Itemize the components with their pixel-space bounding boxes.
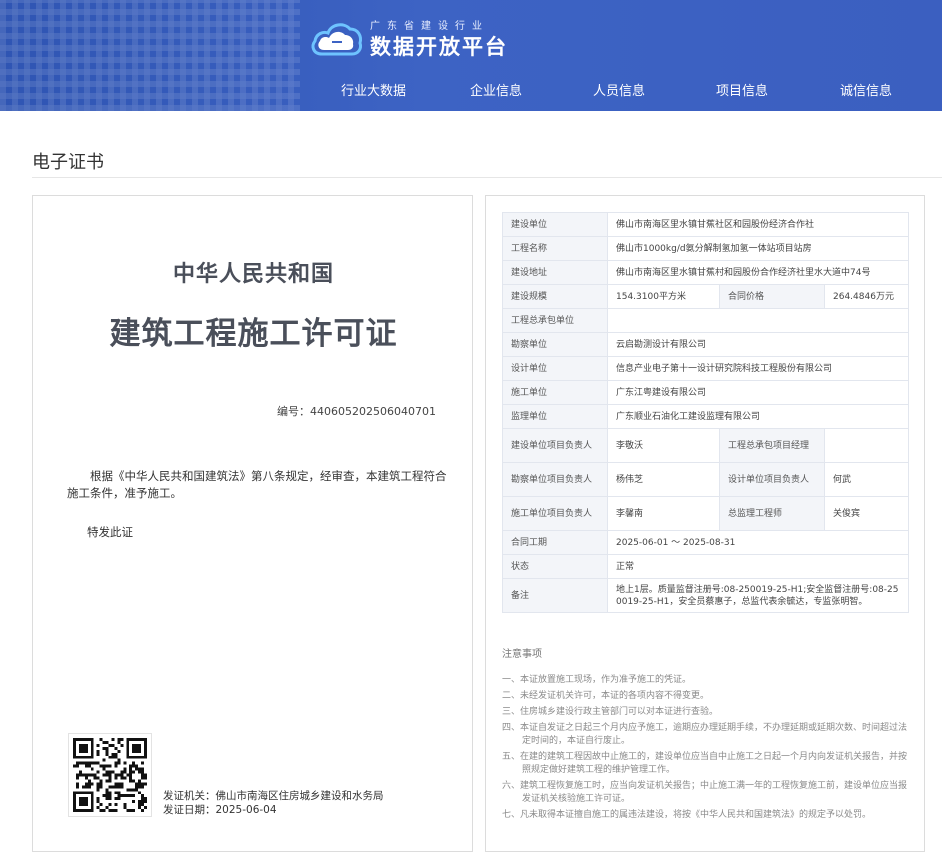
row-value: 佛山市南海区里水镇甘蕉社区和园股份经济合作社 <box>607 212 909 237</box>
nav-credit-info[interactable]: 诚信信息 <box>840 80 892 99</box>
row-value: 广东顺业石油化工建设监理有限公司 <box>607 404 909 429</box>
row-label: 合同价格 <box>719 284 825 309</box>
row-label: 备注 <box>502 578 608 613</box>
notes-title: 注意事项 <box>502 649 542 660</box>
table-row: 设计单位 信息产业电子第十一设计研究院科技工程股份有限公司 <box>502 356 909 381</box>
note-item: 七、凡未取得本证擅自施工的属违法建设，将按《中华人民共和国建筑法》的规定予以处罚… <box>502 810 872 820</box>
row-label: 设计单位 <box>502 356 608 381</box>
table-row: 建设地址 佛山市南海区里水镇甘蕉村和园股份合作经济社里水大道中74号 <box>502 260 909 285</box>
row-label: 监理单位 <box>502 404 608 429</box>
note-item: 六、建筑工程恢复施工时，应当向发证机关报告；中止施工满一年的工程恢复施工前，建设… <box>502 781 908 804</box>
table-row: 备注 地上1层。质量监督注册号:08-250019-25-H1;安全监督注册号:0… <box>502 578 909 613</box>
row-label: 建设规模 <box>502 284 608 309</box>
row-value: 正常 <box>607 554 909 579</box>
detail-panel: 建设单位 佛山市南海区里水镇甘蕉社区和园股份经济合作社 工程名称 佛山市1000kg/… <box>485 195 925 852</box>
table-row: 状态 正常 <box>502 554 909 579</box>
row-label: 设计单位项目负责人 <box>719 462 825 497</box>
qr-code-icon <box>73 738 147 812</box>
row-value <box>824 428 909 463</box>
title-divider <box>32 177 942 178</box>
row-value: 佛山市南海区里水镇甘蕉村和园股份合作经济社里水大道中74号 <box>607 260 909 285</box>
table-row: 建设单位项目负责人 李敬沃 工程总承包项目经理 <box>502 428 909 463</box>
row-label: 合同工期 <box>502 530 608 555</box>
table-row: 施工单位项目负责人 李馨南 总监理工程师 关俊宾 <box>502 496 909 531</box>
certificate-country: 中华人民共和国 <box>172 261 334 287</box>
row-value: 信息产业电子第十一设计研究院科技工程股份有限公司 <box>607 356 909 381</box>
issuing-authority: 发证机关：佛山市南海区住房城乡建设和水务局 <box>163 790 384 802</box>
table-row: 工程总承包单位 <box>502 308 909 333</box>
row-value: 154.3100平方米 <box>607 284 720 309</box>
row-label: 建设单位项目负责人 <box>502 428 608 463</box>
row-value: 2025-06-01 ～ 2025-08-31 <box>607 530 909 555</box>
row-value: 关俊宾 <box>824 496 909 531</box>
notes-section: 注意事项 一、本证放置施工现场，作为准予施工的凭证。二、未经发证机关许可，本证的… <box>502 645 910 825</box>
certificate-special: 特发此证 <box>87 525 133 539</box>
row-value: 李敬沃 <box>607 428 720 463</box>
row-label: 建设地址 <box>502 260 608 285</box>
page-title: 电子证书 <box>32 152 104 173</box>
row-label: 勘察单位项目负责人 <box>502 462 608 497</box>
row-label: 工程总承包单位 <box>502 308 608 333</box>
nav-industry-data[interactable]: 行业大数据 <box>341 80 406 99</box>
row-label: 工程名称 <box>502 236 608 261</box>
qr-code <box>68 733 152 817</box>
certificate-panel: 中华人民共和国 建筑工程施工许可证 编号：440605202506040701 … <box>32 195 473 852</box>
note-item: 三、住房城乡建设行政主管部门可以对本证进行查验。 <box>502 707 719 717</box>
row-label: 施工单位项目负责人 <box>502 496 608 531</box>
row-value: 佛山市1000kg/d氨分解制氢加氢一体站项目站房 <box>607 236 909 261</box>
table-row: 建设规模 154.3100平方米 合同价格 264.4846万元 <box>502 284 909 309</box>
nav-enterprise-info[interactable]: 企业信息 <box>470 80 522 99</box>
certificate-issuer: 发证机关：佛山市南海区住房城乡建设和水务局 发证日期：2025-06-04 <box>163 789 384 817</box>
row-value: 杨伟芝 <box>607 462 720 497</box>
logo-subtitle: 广东省建设行业 <box>370 21 489 32</box>
row-value: 何武 <box>824 462 909 497</box>
table-row: 合同工期 2025-06-01 ～ 2025-08-31 <box>502 530 909 555</box>
note-item: 二、未经发证机关许可，本证的各项内容不得变更。 <box>502 691 710 701</box>
cloud-logo-icon[interactable] <box>308 18 364 58</box>
row-value: 地上1层。质量监督注册号:08-250019-25-H1;安全监督注册号:08-… <box>607 578 909 613</box>
table-row: 勘察单位项目负责人 杨伟芝 设计单位项目负责人 何武 <box>502 462 909 497</box>
row-value <box>607 308 909 333</box>
certificate-body: 根据《中华人民共和国建筑法》第八条规定，经审查，本建筑工程符合施工条件，准予施工… <box>67 469 447 500</box>
table-row: 建设单位 佛山市南海区里水镇甘蕉社区和园股份经济合作社 <box>502 212 909 237</box>
certificate-number: 编号：440605202506040701 <box>277 405 436 418</box>
table-row: 勘察单位 云启勘测设计有限公司 <box>502 332 909 357</box>
note-item: 四、本证自发证之日起三个月内应予施工，逾期应办理延期手续，不办理延期或延期次数、… <box>502 723 908 746</box>
detail-table: 建设单位 佛山市南海区里水镇甘蕉社区和园股份经济合作社 工程名称 佛山市1000kg/… <box>502 212 909 613</box>
site-header: 广东省建设行业 数据开放平台 行业大数据 企业信息 人员信息 项目信息 诚信信息 <box>0 0 942 111</box>
table-row: 施工单位 广东江粤建设有限公司 <box>502 380 909 405</box>
note-item: 一、本证放置施工现场，作为准予施工的凭证。 <box>502 675 692 685</box>
nav-project-info[interactable]: 项目信息 <box>716 80 768 99</box>
table-row: 工程名称 佛山市1000kg/d氨分解制氢加氢一体站项目站房 <box>502 236 909 261</box>
row-label: 施工单位 <box>502 380 608 405</box>
nav-personnel-info[interactable]: 人员信息 <box>593 80 645 99</box>
table-row: 监理单位 广东顺业石油化工建设监理有限公司 <box>502 404 909 429</box>
row-value: 李馨南 <box>607 496 720 531</box>
row-label: 工程总承包项目经理 <box>719 428 825 463</box>
issue-date: 发证日期：2025-06-04 <box>163 804 277 816</box>
row-value: 264.4846万元 <box>824 284 909 309</box>
main-nav: 行业大数据 企业信息 人员信息 项目信息 诚信信息 <box>0 80 942 102</box>
row-value: 云启勘测设计有限公司 <box>607 332 909 357</box>
row-label: 状态 <box>502 554 608 579</box>
row-label: 勘察单位 <box>502 332 608 357</box>
row-label: 建设单位 <box>502 212 608 237</box>
logo-title[interactable]: 数据开放平台 <box>370 31 508 61</box>
row-label: 总监理工程师 <box>719 496 825 531</box>
note-item: 五、在建的建筑工程因故中止施工的，建设单位应当自中止施工之日起一个月内向发证机关… <box>502 752 908 775</box>
certificate-title: 建筑工程施工许可证 <box>109 316 398 352</box>
row-value: 广东江粤建设有限公司 <box>607 380 909 405</box>
